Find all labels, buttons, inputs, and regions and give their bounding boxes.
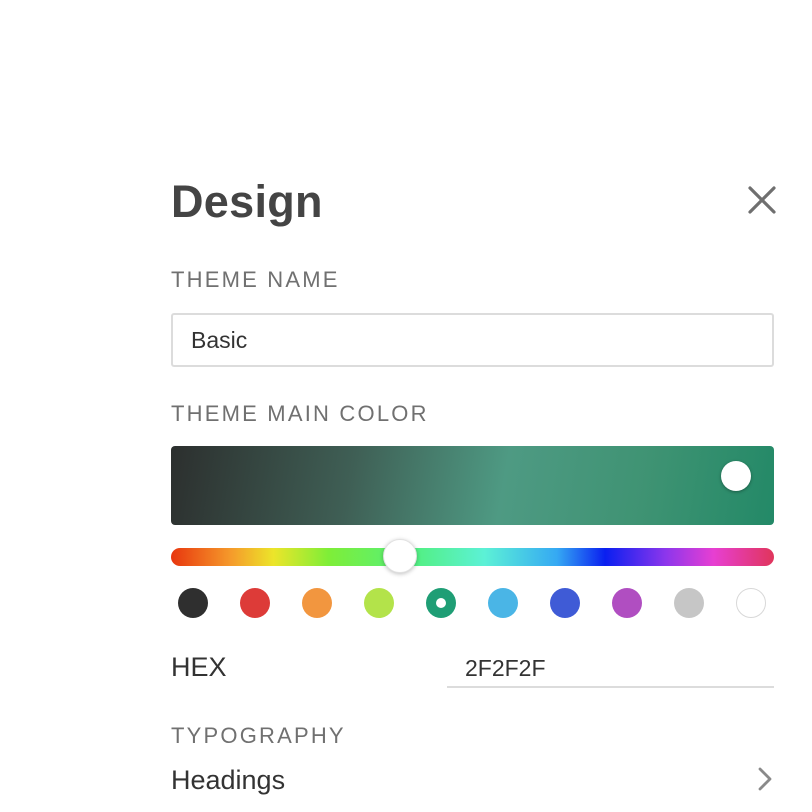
design-page: Design THEME NAME THEME MAIN COLOR HEX 2… [0, 0, 812, 812]
hue-slider-handle[interactable] [383, 539, 418, 573]
swatch-green[interactable] [426, 588, 456, 618]
swatch-blue[interactable] [550, 588, 580, 618]
hue-slider[interactable] [171, 548, 774, 566]
swatch-white[interactable] [736, 588, 766, 618]
close-button[interactable] [745, 183, 779, 217]
swatch-lime[interactable] [364, 588, 394, 618]
hex-value: 2F2F2F [465, 655, 546, 681]
typography-label: TYPOGRAPHY [171, 723, 346, 748]
swatch-red[interactable] [240, 588, 270, 618]
swatch-orange[interactable] [302, 588, 332, 618]
theme-name-label: THEME NAME [171, 267, 340, 292]
hex-label: HEX [171, 652, 227, 682]
theme-name-input[interactable] [171, 313, 774, 367]
chevron-right-icon [758, 767, 772, 791]
swatch-gray[interactable] [674, 588, 704, 618]
hex-input[interactable]: 2F2F2F [447, 648, 774, 688]
swatch-black[interactable] [178, 588, 208, 618]
saturation-value-handle[interactable] [721, 461, 751, 491]
saturation-value-picker[interactable] [171, 446, 774, 525]
headings-label: Headings [171, 765, 286, 795]
headings-row[interactable]: Headings [171, 760, 774, 800]
design-panel: Design THEME NAME THEME MAIN COLOR HEX 2… [171, 0, 776, 812]
swatch-sky-blue[interactable] [488, 588, 518, 618]
selected-indicator [436, 598, 446, 608]
theme-main-color-label: THEME MAIN COLOR [171, 401, 429, 426]
panel-title: Design [171, 176, 323, 227]
swatch-purple[interactable] [612, 588, 642, 618]
close-icon [748, 186, 776, 214]
